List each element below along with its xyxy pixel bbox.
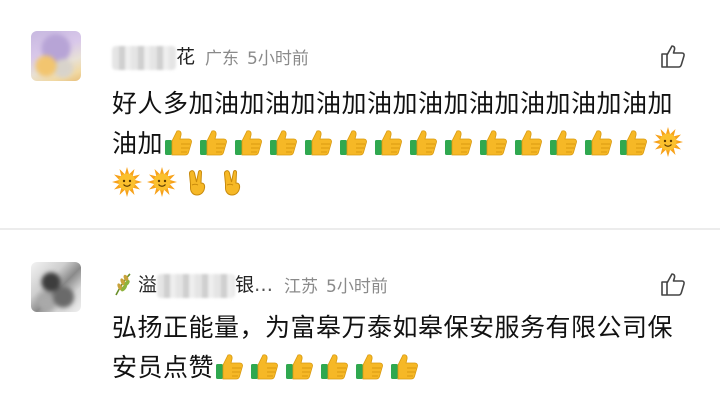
thumbs-up-icon — [408, 127, 438, 157]
sun-icon — [653, 127, 684, 157]
thumbs-up-icon — [163, 127, 193, 157]
thumbs-up-icon — [233, 127, 263, 157]
like-button[interactable] — [660, 272, 686, 296]
thumbs-up-icon — [478, 127, 508, 157]
timestamp: 5小时前 — [247, 48, 309, 69]
username[interactable]: 花 — [112, 42, 195, 70]
comment-meta: 花 广东 5小时前 — [112, 41, 309, 71]
thumbs-up-icon — [373, 127, 403, 157]
comment-meta: 溢银… 江苏 5小时前 — [112, 269, 388, 299]
thumbs-up-outline-icon — [661, 45, 685, 68]
comment-item[interactable]: 溢银… 江苏 5小时前 弘扬正能量，为富皋万泰如皋保安服务有限公司保安员点赞 — [0, 232, 720, 411]
thumbs-up-icon — [338, 127, 368, 157]
thumbs-up-outline-icon — [661, 273, 685, 296]
sun-icon — [147, 167, 177, 197]
thumbs-up-icon — [214, 351, 244, 381]
sun-icon — [112, 167, 142, 197]
thumbs-up-icon — [284, 351, 314, 381]
divider — [0, 228, 720, 230]
username[interactable]: 溢银… — [138, 270, 274, 298]
thumbs-up-icon — [249, 351, 279, 381]
thumbs-up-icon — [303, 127, 333, 157]
masked-username — [157, 273, 236, 298]
victory-hand-icon — [182, 167, 212, 197]
masked-username — [112, 45, 176, 70]
thumbs-up-icon — [618, 127, 648, 157]
thumbs-up-icon — [443, 127, 473, 157]
emoji-list — [112, 127, 688, 198]
timestamp: 5小时前 — [326, 276, 388, 297]
thumbs-up-icon — [513, 127, 543, 157]
wheat-badge-icon — [115, 273, 131, 296]
thumbs-up-icon — [548, 127, 578, 157]
avatar[interactable] — [31, 262, 81, 312]
thumbs-up-icon — [583, 127, 613, 157]
thumbs-up-icon — [268, 127, 298, 157]
comment-text: 好人多加油加油加油加油加油加油加油加油加油加油加 — [112, 84, 692, 204]
thumbs-up-icon — [354, 351, 384, 381]
thumbs-up-icon — [319, 351, 349, 381]
like-button[interactable] — [660, 44, 686, 68]
emoji-list — [214, 353, 424, 382]
thumbs-up-icon — [198, 127, 228, 157]
comment-text: 弘扬正能量，为富皋万泰如皋保安服务有限公司保安员点赞 — [112, 308, 692, 388]
comment-item[interactable]: 花 广东 5小时前 好人多加油加油加油加油加油加油加油加油加油加油加 — [0, 0, 720, 228]
thumbs-up-icon — [389, 351, 419, 381]
location-label: 江苏 — [284, 276, 319, 297]
avatar[interactable] — [31, 31, 81, 81]
location-label: 广东 — [205, 48, 240, 69]
victory-hand-icon — [217, 167, 247, 197]
